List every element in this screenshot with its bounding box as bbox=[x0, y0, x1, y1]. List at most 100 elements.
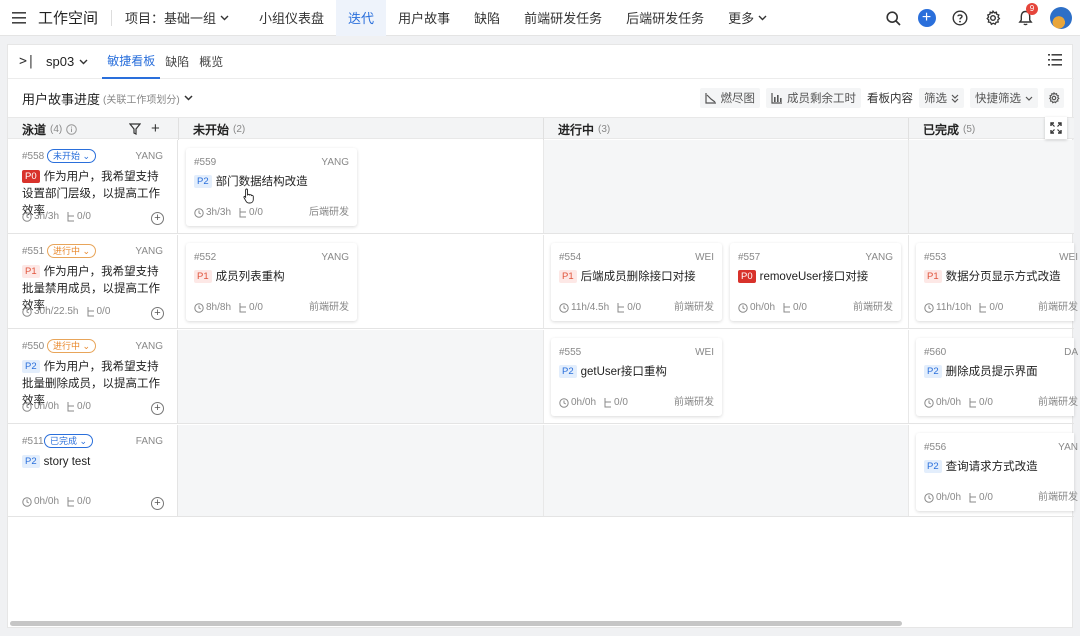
tab-backend-tasks[interactable]: 后端研发任务 bbox=[614, 0, 716, 36]
horizontal-scrollbar[interactable] bbox=[10, 621, 902, 626]
priority-badge: P1 bbox=[22, 265, 40, 278]
task-card[interactable]: #555 WEI P2 getUser接口重构 0h/0h 0/0 前端研发 bbox=[551, 338, 722, 416]
divider bbox=[178, 118, 179, 140]
user-avatar[interactable] bbox=[1042, 0, 1080, 36]
notification-bell-icon[interactable]: 9 bbox=[1009, 0, 1042, 36]
status-badge[interactable]: 已完成 ⌄ bbox=[44, 434, 94, 448]
subtask-icon bbox=[239, 302, 247, 312]
hours: 3h/3h bbox=[34, 211, 60, 222]
story-meta: 0h/0h 0/0 bbox=[22, 401, 91, 412]
column-label: 进行中 bbox=[558, 122, 595, 137]
filter-funnel-icon[interactable] bbox=[128, 123, 142, 138]
burndown-button[interactable]: 燃尽图 bbox=[699, 88, 760, 108]
column-label: 已完成 bbox=[923, 122, 960, 137]
task-card[interactable]: #556 YAN P2 查询请求方式改造 0h/0h 0/0 前端研发 bbox=[916, 433, 1078, 511]
create-button[interactable]: + bbox=[910, 0, 943, 36]
subtask-icon bbox=[969, 397, 977, 407]
story-meta: 0h/0h 0/0 bbox=[22, 496, 91, 507]
task-meta: 0h/0h 0/0 bbox=[924, 397, 993, 408]
plus-icon: + bbox=[917, 9, 936, 27]
settings-gear-icon[interactable] bbox=[976, 0, 1009, 36]
story-title[interactable]: P2 story test bbox=[22, 454, 166, 471]
swimlane-story[interactable]: #511 已完成 ⌄ FANG P2 story test 0h/0h 0/0 + bbox=[8, 425, 178, 516]
subtask-icon bbox=[87, 306, 94, 316]
task-card[interactable]: #559 YANG P2 部门数据结构改造 3h/3h 0/0 后端研发 bbox=[186, 148, 357, 226]
owner-name: YANG bbox=[135, 151, 163, 162]
chevron-down-icon bbox=[79, 59, 88, 64]
add-task-button[interactable]: + bbox=[151, 212, 164, 225]
status-badge[interactable]: 进行中 ⌄ bbox=[47, 244, 97, 258]
task-id: #560 bbox=[924, 347, 947, 358]
task-id: #556 bbox=[924, 442, 947, 453]
column-header-todo: 未开始 (2) bbox=[193, 118, 245, 140]
help-icon[interactable] bbox=[943, 0, 976, 36]
tab-label: 缺陷 bbox=[474, 11, 501, 26]
task-title: P1 数据分页显示方式改造 bbox=[924, 268, 1061, 284]
add-task-button[interactable]: + bbox=[151, 497, 164, 510]
column-count: (2) bbox=[233, 123, 246, 135]
divider bbox=[543, 118, 544, 140]
team-label: 后端研发 bbox=[309, 207, 349, 218]
hours: 0h/0h bbox=[750, 302, 776, 313]
tab-dashboard[interactable]: 小组仪表盘 bbox=[247, 0, 336, 36]
info-icon[interactable] bbox=[66, 123, 78, 135]
task-title: P0 removeUser接口对接 bbox=[738, 268, 868, 284]
tab-user-stories[interactable]: 用户故事 bbox=[386, 0, 462, 36]
workspace-title[interactable]: 工作空间 bbox=[38, 7, 98, 28]
divider bbox=[111, 9, 113, 26]
task-card[interactable]: #554 WEI P1 后端成员删除接口对接 11h/4.5h 0/0 前端研发 bbox=[551, 243, 722, 321]
owner-name: WEI bbox=[1059, 252, 1078, 263]
hours: 3h/3h bbox=[206, 207, 232, 218]
swimlane-story[interactable]: #550 进行中 ⌄ YANG P2 作为用户，我希望支持批量删除成员，以提高工作… bbox=[8, 330, 178, 423]
empty-cell bbox=[543, 425, 908, 516]
tab-overview[interactable]: 概览 bbox=[194, 45, 228, 79]
tab-label: 概览 bbox=[199, 55, 224, 69]
filter-button[interactable]: 筛选 bbox=[919, 88, 964, 108]
clock-icon bbox=[738, 302, 748, 313]
add-lane-icon[interactable]: + bbox=[151, 120, 160, 137]
tab-frontend-tasks[interactable]: 前端研发任务 bbox=[512, 0, 614, 36]
fullscreen-expand-icon[interactable] bbox=[1045, 117, 1067, 139]
status-badge[interactable]: 未开始 ⌄ bbox=[47, 149, 97, 163]
board-toolbar: 用户故事进度 (关联工作项划分) 燃尽图 成员剩余工时 看板内容 筛选 快捷筛选 bbox=[8, 80, 1074, 116]
owner-name: YANG bbox=[135, 246, 163, 257]
owner-name: YAN bbox=[1058, 442, 1078, 453]
story-meta: 30h/22.5h 0/0 bbox=[22, 306, 110, 317]
quick-filter-button[interactable]: 快捷筛选 bbox=[970, 88, 1038, 108]
sprint-selector[interactable]: sp03 bbox=[46, 54, 88, 69]
story-title-text: story test bbox=[43, 456, 91, 468]
tab-agile-board[interactable]: 敏捷看板 bbox=[102, 45, 161, 79]
collapse-sidebar-icon[interactable]: >| bbox=[8, 54, 46, 69]
list-view-icon[interactable] bbox=[1048, 54, 1062, 69]
chevron-down-icon[interactable] bbox=[184, 95, 193, 101]
divider bbox=[908, 140, 909, 233]
hamburger-menu-icon[interactable] bbox=[0, 0, 38, 36]
board-title[interactable]: 用户故事进度 bbox=[22, 89, 100, 108]
search-icon[interactable] bbox=[877, 0, 910, 36]
subtask-count: 0/0 bbox=[627, 302, 642, 313]
member-hours-button[interactable]: 成员剩余工时 bbox=[766, 88, 861, 108]
tab-more[interactable]: 更多 bbox=[716, 0, 779, 36]
add-task-button[interactable]: + bbox=[151, 307, 164, 320]
task-card[interactable]: #552 YANG P1 成员列表重构 8h/8h 0/0 前端研发 bbox=[186, 243, 357, 321]
add-task-button[interactable]: + bbox=[151, 402, 164, 415]
clock-icon bbox=[22, 496, 32, 507]
priority-badge: P2 bbox=[22, 360, 40, 373]
tab-defects[interactable]: 缺陷 bbox=[462, 0, 512, 36]
tab-iteration[interactable]: 迭代 bbox=[336, 0, 387, 36]
task-card[interactable]: #560 DA P2 删除成员提示界面 0h/0h 0/0 前端研发 bbox=[916, 338, 1078, 416]
board-settings-icon[interactable] bbox=[1044, 88, 1064, 108]
swimlane-story[interactable]: #551 进行中 ⌄ YANG P1 作为用户，我希望支持批量禁用成员，以提高工作… bbox=[8, 235, 178, 328]
story-id: #551 bbox=[22, 246, 45, 257]
swimlane-story[interactable]: #558 未开始 ⌄ YANG P0 作为用户，我希望支持设置部门层级，以提高工作… bbox=[8, 140, 178, 233]
task-id: #553 bbox=[924, 252, 947, 263]
clock-icon bbox=[22, 211, 32, 222]
tab-label: 后端研发任务 bbox=[626, 11, 705, 26]
task-card[interactable]: #553 WEI P1 数据分页显示方式改造 11h/10h 0/0 前端研发 bbox=[916, 243, 1078, 321]
status-badge[interactable]: 进行中 ⌄ bbox=[47, 339, 97, 353]
subtask-count: 0/0 bbox=[249, 302, 263, 313]
project-selector[interactable]: 项目：基础一组 bbox=[125, 8, 229, 27]
task-card[interactable]: #557 YANG P0 removeUser接口对接 0h/0h 0/0 前端研… bbox=[730, 243, 901, 321]
task-meta: 11h/4.5h 0/0 bbox=[559, 302, 641, 313]
tab-defects[interactable]: 缺陷 bbox=[160, 45, 194, 79]
